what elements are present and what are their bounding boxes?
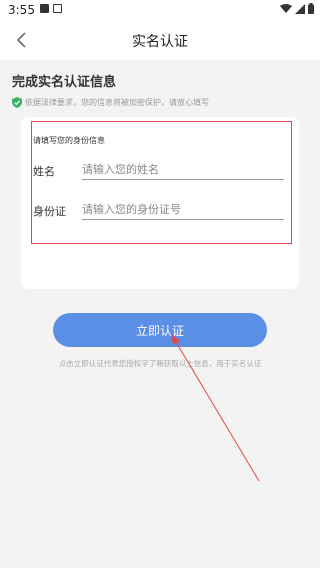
shield-check-icon xyxy=(12,97,22,108)
section-title: 完成实名认证信息 xyxy=(12,75,117,90)
privacy-note: 依据法律要求，您的信息将被加密保护，请放心填写 xyxy=(12,97,209,108)
image-icon xyxy=(40,4,49,13)
status-notification-icons xyxy=(40,4,62,13)
battery-icon xyxy=(308,3,314,14)
status-bar: 3:55 xyxy=(0,0,320,20)
nav-bar: 实名认证 xyxy=(0,20,320,60)
page-title: 实名认证 xyxy=(132,34,188,50)
privacy-text: 依据法律要求，您的信息将被加密保护，请放心填写 xyxy=(25,98,209,107)
status-time: 3:55 xyxy=(8,3,35,17)
wifi-icon xyxy=(280,3,292,13)
signal-icon xyxy=(295,3,305,14)
highlight-frame xyxy=(31,121,292,244)
agreement-text: 点击立即认证代表您授权字了嘛获取以上信息，用于实名认证 xyxy=(58,359,262,368)
verify-now-button[interactable]: 立即认证 xyxy=(53,313,267,347)
notification-a-icon xyxy=(53,4,62,13)
status-system-icons xyxy=(280,3,314,14)
